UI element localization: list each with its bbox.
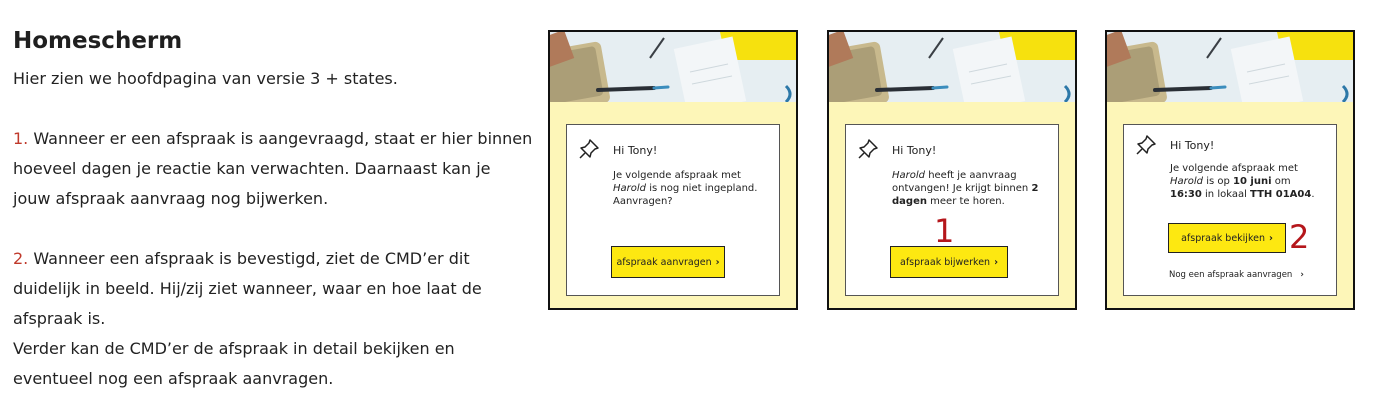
item-2-number: 2. [13, 249, 29, 268]
chevron-right-icon: › [1268, 232, 1273, 244]
greeting: Hi Tony! [1170, 139, 1215, 152]
message-line: is op [1203, 176, 1234, 187]
appointment-date: 10 juni [1233, 176, 1272, 187]
advisor-name: Harold [613, 183, 647, 194]
button-label: afspraak bijwerken [900, 256, 991, 268]
appointment-message: Je volgende afspraak met Harold is nog ni… [613, 169, 775, 208]
appointment-room: TTH 01A04 [1250, 189, 1312, 200]
message-line: om [1271, 176, 1291, 187]
chevron-right-icon: › [1300, 270, 1304, 280]
button-label: afspraak aanvragen [616, 256, 712, 268]
pushpin-icon [579, 139, 599, 159]
item-1-text: Wanneer er een afspraak is aangevraagd, … [13, 129, 533, 208]
header-photo [1107, 32, 1353, 108]
description-block: Homescherm Hier zien we hoofdpagina van … [13, 24, 533, 394]
message-line: meer te horen. [926, 196, 1005, 207]
pushpin-icon [1136, 135, 1156, 155]
appointment-message: Harold heeft je aanvraag ontvangen! Je k… [892, 169, 1054, 208]
chevron-right-icon: › [715, 256, 720, 268]
annotation-marker-1: 1 [934, 212, 955, 250]
appointment-message: Je volgende afspraak met Harold is op 10 … [1170, 162, 1332, 201]
message-line: in lokaal [1201, 189, 1251, 200]
button-label: afspraak bekijken [1181, 232, 1265, 244]
item-2-paragraph: 2. Wanneer een afspraak is bevestigd, zi… [13, 244, 533, 334]
mockup-screen-1: Hi Tony! Je volgende afspraak met Harold … [548, 30, 798, 310]
appointment-card: Hi Tony! Je volgende afspraak met Harold … [1123, 124, 1337, 296]
view-appointment-button[interactable]: afspraak bekijken › [1168, 223, 1286, 253]
item-1-paragraph: 1. Wanneer er een afspraak is aangevraag… [13, 124, 533, 214]
message-line: . [1311, 189, 1315, 200]
item-2-text: Wanneer een afspraak is bevestigd, ziet … [13, 249, 482, 328]
mockup-screen-3: Hi Tony! Je volgende afspraak met Harold … [1105, 30, 1355, 310]
advisor-name: Harold [892, 170, 926, 181]
header-photo [550, 32, 796, 108]
pushpin-icon [858, 139, 878, 159]
item-1-number: 1. [13, 129, 29, 148]
appointment-time: 16:30 [1170, 189, 1202, 200]
chevron-right-icon: › [994, 256, 998, 268]
message-line: is nog niet ingepland. [646, 183, 758, 194]
greeting: Hi Tony! [613, 144, 658, 157]
request-appointment-button[interactable]: afspraak aanvragen › [611, 246, 725, 278]
item-2-extra: Verder kan de CMD’er de afspraak in deta… [13, 339, 455, 388]
update-appointment-button[interactable]: afspraak bijwerken › [890, 246, 1008, 278]
appointment-card: Hi Tony! Je volgende afspraak met Harold … [566, 124, 780, 296]
header-photo [829, 32, 1075, 108]
greeting: Hi Tony! [892, 144, 937, 157]
advisor-name: Harold [1170, 176, 1204, 187]
message-line: Je volgende afspraak met [613, 170, 741, 181]
message-line: Aanvragen? [613, 196, 673, 207]
annotation-marker-2: 2 [1289, 218, 1310, 256]
mockup-screen-2: Hi Tony! Harold heeft je aanvraag ontvan… [827, 30, 1077, 310]
appointment-card: Hi Tony! Harold heeft je aanvraag ontvan… [845, 124, 1059, 296]
message-line: Je volgende afspraak met [1170, 163, 1298, 174]
section-subtitle: Hier zien we hoofdpagina van versie 3 + … [13, 69, 398, 88]
section-title: Homescherm [13, 28, 183, 54]
request-another-appointment-link[interactable]: Nog een afspraak aanvragen › [1169, 270, 1304, 280]
link-label: Nog een afspraak aanvragen [1169, 270, 1293, 280]
